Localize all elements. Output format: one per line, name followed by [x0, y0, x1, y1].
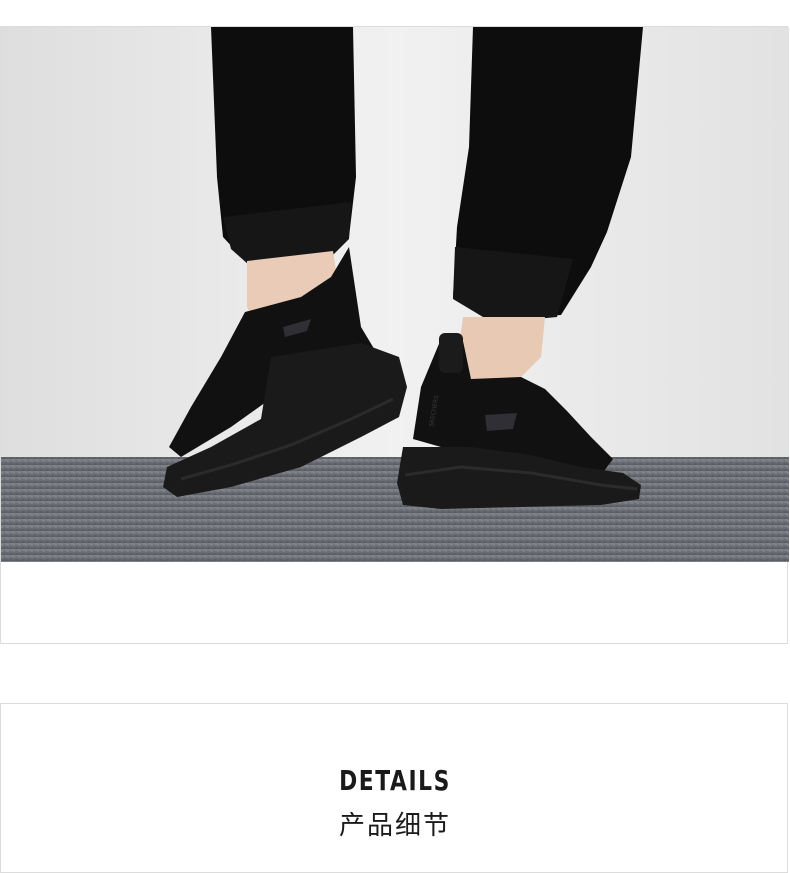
product-photo: SKECHERS: [1, 27, 789, 562]
details-section: DETAILS 产品细节: [0, 703, 788, 873]
right-heel-tab: [439, 333, 463, 373]
section-title-en: DETAILS: [339, 764, 451, 797]
carpet-floor: [1, 457, 789, 562]
section-title-cn: 产品细节: [338, 811, 451, 841]
right-skechers-logo: [485, 413, 517, 431]
sneaker-photo-illustration: SKECHERS: [1, 27, 789, 562]
product-photo-card: SKECHERS: [0, 26, 789, 644]
